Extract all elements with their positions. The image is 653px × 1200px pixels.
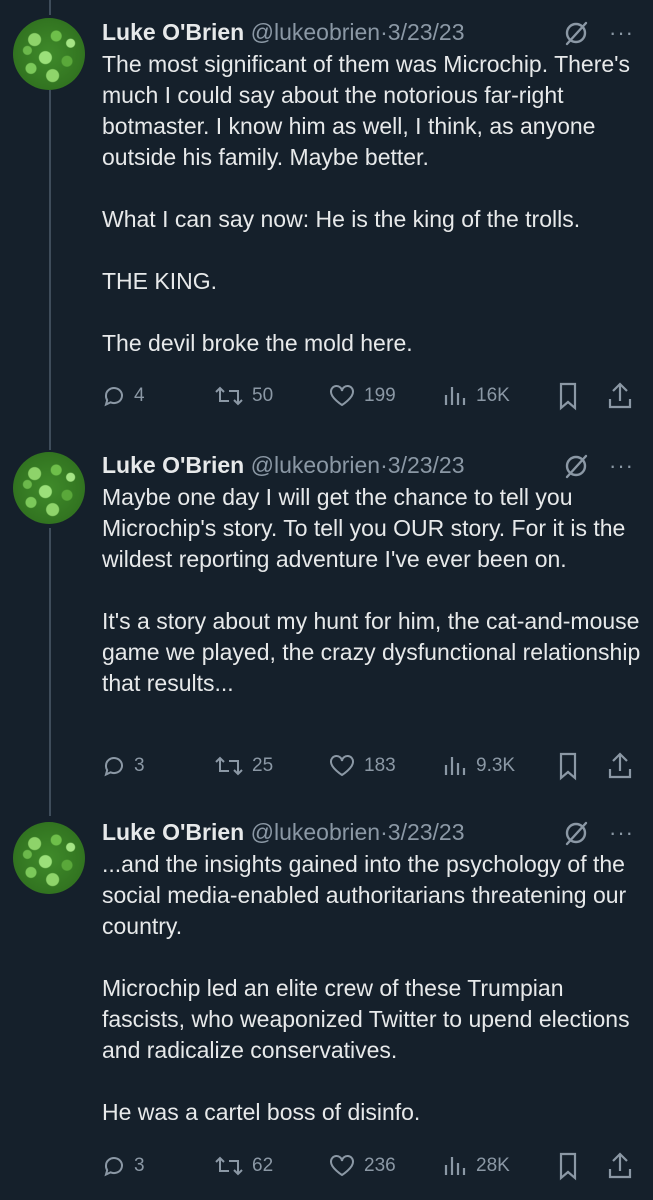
tweet-paragraph: Microchip led an elite crew of these Tru… [102, 975, 630, 1063]
reply-button[interactable]: 3 [102, 1151, 145, 1181]
tweet-paragraph: What I can say now: He is the king of th… [102, 206, 581, 232]
separator-dot: · [380, 452, 388, 478]
author-name[interactable]: Luke O'Brien [102, 452, 244, 478]
tweet-header: Luke O'Brien @lukeobrien·3/23/23 [102, 14, 465, 50]
tweet-header: Luke O'Brien @lukeobrien·3/23/23 [102, 447, 465, 483]
like-button[interactable]: 183 [328, 751, 396, 781]
reply-icon [104, 757, 123, 777]
thread-line [49, 90, 51, 450]
retweet-icon [215, 1156, 243, 1176]
tweet-paragraph: Maybe one day I will get the chance to t… [102, 484, 626, 572]
retweet-button[interactable]: 50 [214, 381, 273, 411]
like-button[interactable]: 199 [328, 381, 396, 411]
author-handle[interactable]: @lukeobrien [251, 19, 380, 45]
tweet-text: Maybe one day I will get the chance to t… [102, 482, 642, 699]
tweet-paragraph: He was a cartel boss of disinfo. [102, 1099, 421, 1125]
more-icon[interactable]: ··· [609, 20, 634, 46]
avatar[interactable] [13, 18, 85, 90]
share-icon[interactable] [607, 381, 633, 411]
share-icon[interactable] [607, 751, 633, 781]
bookmark-icon[interactable] [556, 1151, 580, 1181]
author-name[interactable]: Luke O'Brien [102, 819, 244, 845]
like-icon [330, 1155, 354, 1177]
tweet-date[interactable]: 3/23/23 [388, 19, 465, 45]
views-count: 28K [476, 1155, 510, 1176]
reply-button[interactable]: 3 [102, 751, 145, 781]
views-button[interactable]: 9.3K [442, 751, 515, 781]
reply-button[interactable]: 4 [102, 381, 145, 411]
action-bar: 3 62 236 28K [102, 1151, 642, 1181]
bookmark-icon[interactable] [556, 381, 580, 411]
tweet-header: Luke O'Brien @lukeobrien·3/23/23 [102, 814, 465, 850]
views-button[interactable]: 16K [442, 381, 510, 411]
tweet-date[interactable]: 3/23/23 [388, 819, 465, 845]
retweet-count: 25 [252, 755, 274, 776]
like-icon [330, 385, 354, 407]
tweet-paragraph: It's a story about my hunt for him, the … [102, 608, 641, 696]
like-icon [330, 755, 354, 777]
grok-icon[interactable] [563, 20, 589, 46]
more-icon[interactable]: ··· [609, 453, 634, 479]
reply-icon [104, 387, 123, 407]
retweet-icon [215, 386, 243, 406]
tweet-paragraph: The most significant of them was Microch… [102, 51, 631, 170]
retweet-button[interactable]: 62 [214, 1151, 273, 1181]
tweet-date[interactable]: 3/23/23 [388, 452, 465, 478]
separator-dot: · [380, 19, 388, 45]
tweet-paragraph: THE KING. [102, 268, 218, 294]
reply-count: 3 [134, 1155, 145, 1176]
views-count: 16K [476, 385, 510, 406]
reply-count: 4 [134, 385, 145, 406]
tweet-paragraph: ...and the insights gained into the psyc… [102, 851, 627, 939]
retweet-count: 50 [252, 385, 274, 406]
thread-line [49, 0, 51, 15]
views-count: 9.3K [476, 755, 516, 776]
share-icon[interactable] [607, 1151, 633, 1181]
retweet-button[interactable]: 25 [214, 751, 273, 781]
retweet-icon [215, 756, 243, 776]
views-icon [444, 387, 466, 405]
tweet-paragraph: The devil broke the mold here. [102, 330, 413, 356]
separator-dot: · [380, 819, 388, 845]
views-icon [444, 1157, 466, 1175]
like-button[interactable]: 236 [328, 1151, 396, 1181]
action-bar: 4 50 199 16K [102, 381, 642, 411]
reply-icon [104, 1157, 123, 1177]
avatar[interactable] [13, 822, 85, 894]
author-handle[interactable]: @lukeobrien [251, 452, 380, 478]
author-handle[interactable]: @lukeobrien [251, 819, 380, 845]
views-button[interactable]: 28K [442, 1151, 510, 1181]
action-bar: 3 25 183 9.3K [102, 751, 642, 781]
grok-icon[interactable] [563, 453, 589, 479]
tweet-text: The most significant of them was Microch… [102, 49, 642, 359]
retweet-count: 62 [252, 1155, 274, 1176]
like-count: 236 [364, 1155, 396, 1176]
author-name[interactable]: Luke O'Brien [102, 19, 244, 45]
avatar[interactable] [13, 452, 85, 524]
grok-icon[interactable] [563, 820, 589, 846]
more-icon[interactable]: ··· [609, 820, 634, 846]
views-icon [444, 757, 466, 775]
thread-line [49, 528, 51, 816]
like-count: 183 [364, 755, 396, 776]
bookmark-icon[interactable] [556, 751, 580, 781]
reply-count: 3 [134, 755, 145, 776]
tweet-text: ...and the insights gained into the psyc… [102, 849, 642, 1128]
like-count: 199 [364, 385, 396, 406]
